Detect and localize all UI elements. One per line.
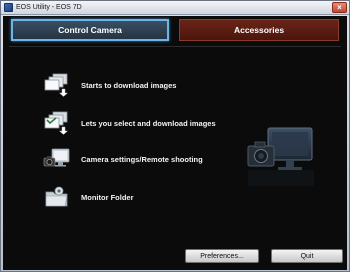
menu-item-camera-settings-label: Camera settings/Remote shooting — [81, 154, 203, 164]
quit-button[interactable]: Quit — [271, 249, 343, 263]
preferences-button[interactable]: Preferences... — [185, 249, 259, 263]
camera-computer-illustration — [246, 120, 318, 190]
menu-item-download-images[interactable]: Starts to download images — [43, 73, 176, 97]
close-button[interactable]: × — [332, 2, 347, 13]
tab-divider — [9, 46, 341, 47]
tab-accessories[interactable]: Accessories — [179, 19, 339, 41]
menu-item-monitor-folder-label: Monitor Folder — [81, 192, 134, 202]
title-bar: EOS Utility - EOS 7D × — [1, 1, 349, 15]
download-images-icon — [43, 73, 71, 97]
main-panel: Control Camera Accessories Starts to dow… — [3, 16, 347, 270]
camera-remote-icon — [43, 147, 71, 171]
menu-item-select-download-label: Lets you select and download images — [81, 118, 216, 128]
app-window: EOS Utility - EOS 7D × Control Camera Ac… — [0, 0, 350, 272]
tab-accessories-label: Accessories — [233, 25, 285, 35]
window-title: EOS Utility - EOS 7D — [16, 4, 82, 11]
monitor-folder-icon — [43, 185, 71, 209]
select-download-icon — [43, 111, 71, 135]
tab-control-camera-label: Control Camera — [58, 25, 122, 35]
menu-item-select-download[interactable]: Lets you select and download images — [43, 111, 216, 135]
app-icon — [4, 3, 13, 12]
menu-item-monitor-folder[interactable]: Monitor Folder — [43, 185, 134, 209]
menu-item-camera-settings[interactable]: Camera settings/Remote shooting — [43, 147, 203, 171]
tab-control-camera[interactable]: Control Camera — [11, 19, 169, 41]
menu-item-download-images-label: Starts to download images — [81, 80, 177, 90]
